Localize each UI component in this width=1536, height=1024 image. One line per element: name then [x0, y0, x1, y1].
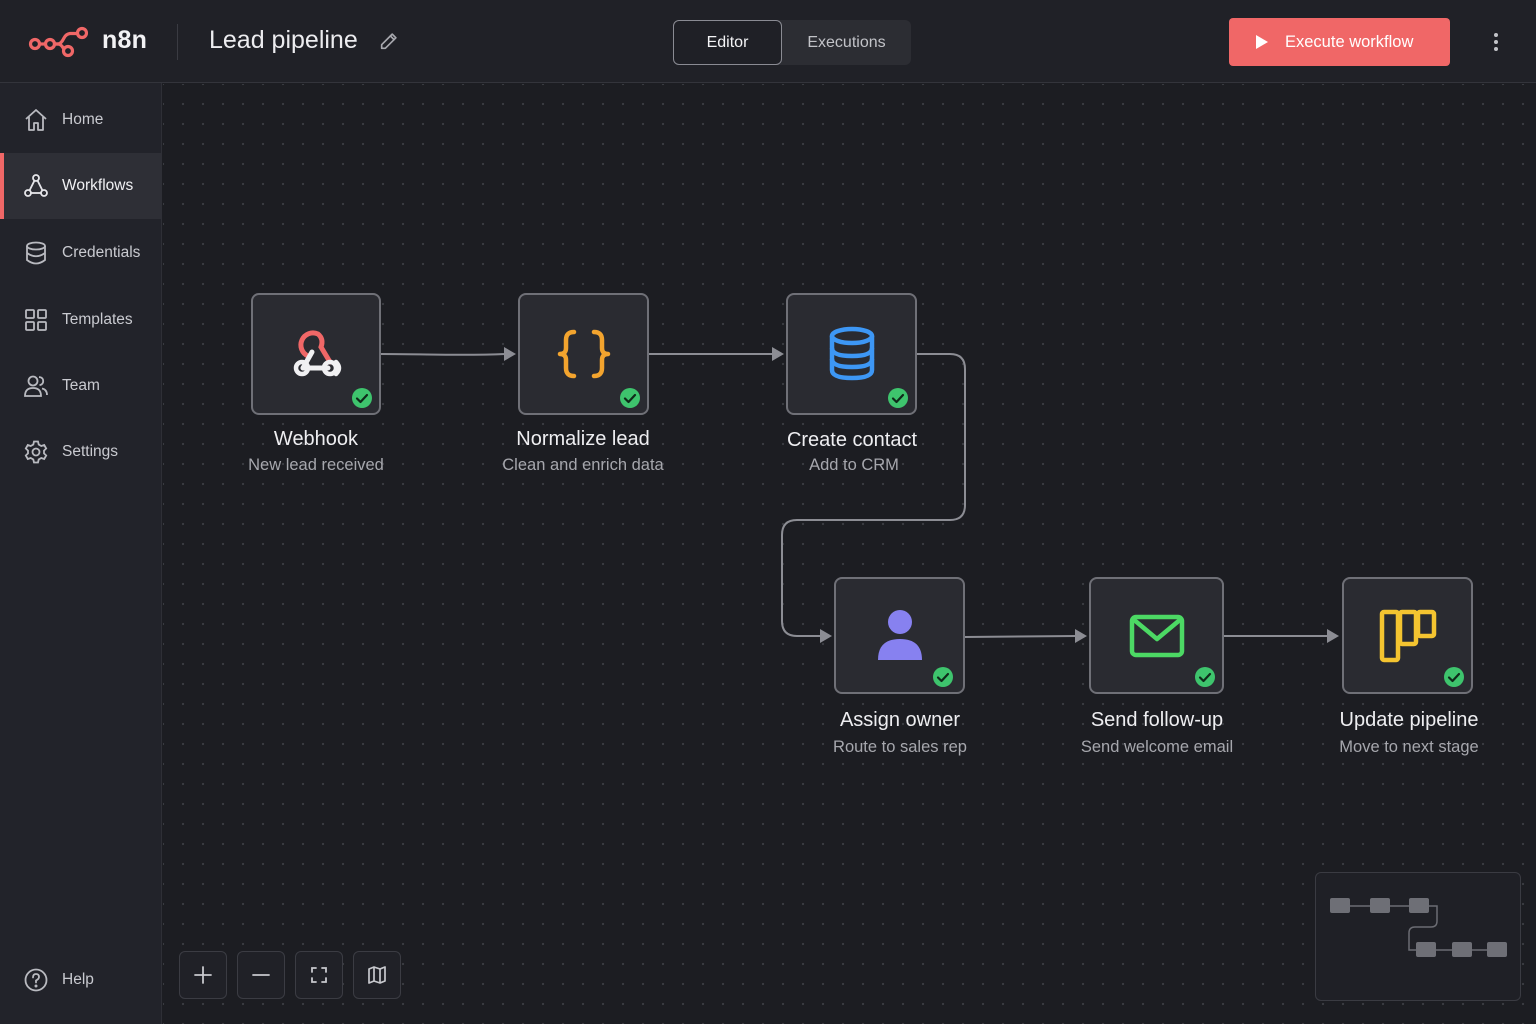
sidebar-item-help[interactable]: Help — [0, 947, 162, 1013]
execute-workflow-button[interactable]: Execute workflow — [1229, 18, 1450, 66]
sidebar-item-label: Templates — [62, 311, 133, 328]
node-title: Webhook — [273, 428, 359, 450]
zoom-in-button[interactable] — [179, 951, 227, 999]
node-normalize-lead[interactable] — [518, 293, 649, 415]
sidebar-item-templates[interactable]: Templates — [0, 287, 162, 353]
user-icon — [877, 609, 922, 660]
sidebar-item-label: Credentials — [62, 244, 141, 261]
sidebar-item-label: Help — [62, 971, 94, 988]
sidebar-item-label: Team — [62, 377, 100, 394]
brand-name: n8n — [102, 26, 148, 54]
node-title: Send follow-up — [1090, 709, 1224, 731]
zoom-in-icon — [194, 966, 212, 984]
node-subtitle: Clean and enrich data — [502, 456, 664, 474]
node-subtitle: Send welcome email — [1080, 738, 1234, 756]
code-braces-icon — [557, 329, 610, 379]
view-toggle: Editor Executions — [673, 20, 911, 65]
workflow-title[interactable]: Lead pipeline — [209, 26, 358, 55]
success-check-icon — [1444, 667, 1464, 687]
help-icon — [24, 968, 48, 992]
sidebar: Home Workflows Credentials Templates Tea… — [0, 83, 162, 1024]
zoom-out-button[interactable] — [237, 951, 285, 999]
gear-icon — [24, 440, 48, 464]
more-options-icon[interactable] — [1484, 28, 1508, 56]
fit-view-button[interactable] — [295, 951, 343, 999]
header-divider — [177, 24, 178, 60]
success-check-icon — [1195, 667, 1215, 687]
node-subtitle: Route to sales rep — [833, 738, 967, 756]
users-icon — [24, 375, 48, 397]
node-title: Normalize lead — [516, 428, 650, 450]
sidebar-item-settings[interactable]: Settings — [0, 419, 162, 485]
zoom-out-icon — [252, 974, 270, 976]
node-create-contact[interactable] — [786, 293, 917, 415]
database-icon — [26, 241, 46, 265]
success-check-icon — [933, 667, 953, 687]
node-title: Assign owner — [839, 709, 961, 731]
sidebar-item-home[interactable]: Home — [0, 87, 162, 153]
tab-editor[interactable]: Editor — [673, 20, 782, 65]
node-subtitle: Add to CRM — [809, 456, 899, 474]
pencil-icon[interactable] — [378, 30, 400, 52]
success-check-icon — [620, 388, 640, 408]
minimap-toggle-icon — [368, 966, 386, 984]
execute-workflow-label: Execute workflow — [1285, 32, 1414, 51]
tab-executions[interactable]: Executions — [782, 20, 911, 65]
node-assign-owner[interactable] — [834, 577, 965, 694]
sidebar-item-label: Home — [62, 111, 104, 128]
sidebar-item-team[interactable]: Team — [0, 353, 162, 419]
kanban-icon — [1379, 609, 1436, 662]
sidebar-item-label: Settings — [62, 443, 119, 460]
minimap-toggle-button[interactable] — [353, 951, 401, 999]
success-check-icon — [888, 388, 908, 408]
top-bar: n8n Lead pipeline Editor Executions Exec… — [0, 0, 1536, 83]
minimap[interactable] — [1315, 872, 1521, 1001]
grid-icon — [25, 309, 47, 331]
sidebar-item-workflows[interactable]: Workflows — [0, 153, 162, 219]
node-send-follow-up[interactable] — [1089, 577, 1224, 694]
play-icon — [1256, 35, 1268, 49]
node-subtitle: New lead received — [248, 456, 384, 474]
success-check-icon — [352, 388, 372, 408]
node-title: Create contact — [786, 429, 918, 451]
node-webhook[interactable] — [251, 293, 381, 415]
fit-view-icon — [311, 967, 327, 983]
sidebar-item-credentials[interactable]: Credentials — [0, 220, 162, 286]
sidebar-item-label: Workflows — [62, 177, 134, 194]
webhook-icon — [293, 330, 342, 377]
node-subtitle: Move to next stage — [1339, 738, 1479, 756]
mail-icon — [1129, 614, 1184, 657]
node-update-pipeline[interactable] — [1342, 577, 1473, 694]
workflow-icon — [24, 174, 48, 197]
home-icon — [25, 109, 47, 131]
node-title: Update pipeline — [1339, 709, 1479, 731]
database-icon — [829, 326, 874, 381]
minimap-preview — [1330, 898, 1507, 957]
n8n-logo[interactable] — [28, 24, 88, 60]
